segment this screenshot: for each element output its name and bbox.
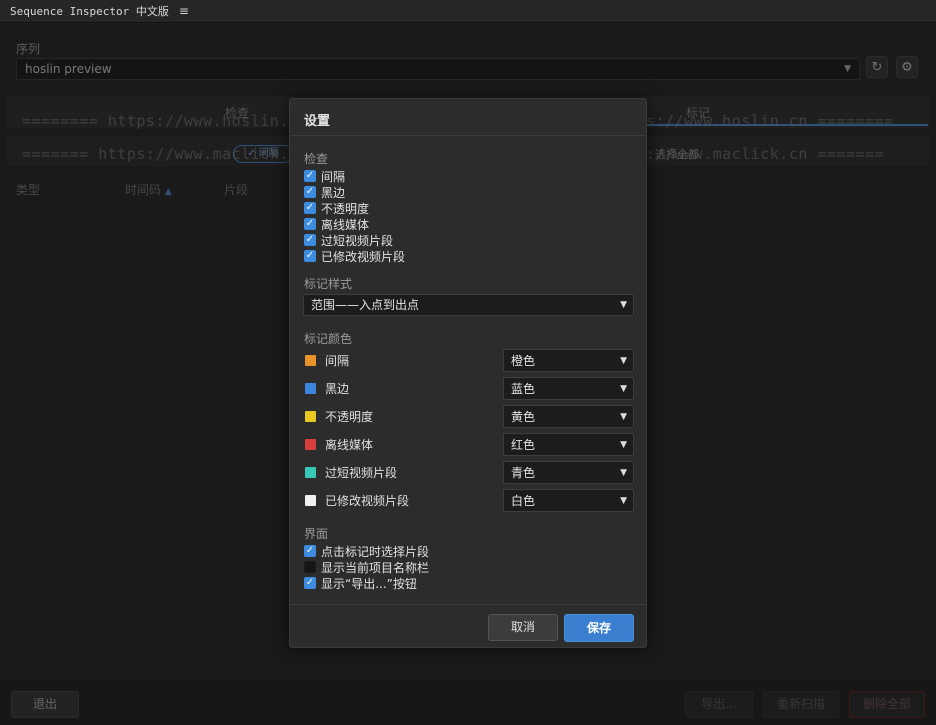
save-button[interactable]: 保存 (564, 614, 634, 642)
chevron-down-icon: ▼ (620, 412, 627, 422)
chevron-down-icon: ▼ (620, 440, 627, 450)
color-select-value: 红色 (511, 438, 536, 452)
color-swatch-orange (305, 355, 316, 366)
checkbox-label: 已修改视频片段 (321, 249, 406, 264)
color-label-offline-media: 离线媒体 (325, 438, 374, 452)
checkbox-label: 黑边 (321, 185, 346, 200)
color-label-short-clips: 过短视频片段 (325, 466, 398, 480)
checkbox-checked-icon: ✓ (304, 545, 316, 557)
color-select-modified-clips[interactable]: 白色 ▼ (503, 489, 634, 512)
marker-colors-title: 标记颜色 (304, 332, 353, 346)
checkbox-modified-clips[interactable]: ✓ 已修改视频片段 (304, 249, 406, 264)
color-select-value: 黄色 (511, 410, 536, 424)
cancel-button[interactable]: 取消 (488, 614, 558, 641)
marker-style-title: 标记样式 (304, 277, 353, 291)
checkbox-label: 显示“导出...”按钮 (321, 576, 417, 591)
checkbox-select-clip-on-marker[interactable]: ✓ 点击标记时选择片段 (304, 544, 430, 559)
chevron-down-icon: ▼ (620, 384, 627, 394)
checkbox-checked-icon: ✓ (304, 218, 316, 230)
color-select-offline-media[interactable]: 红色 ▼ (503, 433, 634, 456)
checkbox-label: 显示当前项目名称栏 (321, 560, 430, 575)
settings-dialog: 设置 检查 ✓ 间隔 ✓ 黑边 ✓ 不透明度 ✓ 离线媒体 ✓ 过短视频片段 ✓… (289, 98, 647, 648)
checkbox-checked-icon: ✓ (304, 170, 316, 182)
color-label-black-border: 黑边 (325, 382, 350, 396)
color-select-value: 橙色 (511, 354, 536, 368)
dialog-footer-divider (290, 604, 646, 605)
checkbox-offline-media[interactable]: ✓ 离线媒体 (304, 217, 370, 232)
title-bar: Sequence Inspector 中文版 ≡ (0, 0, 936, 23)
color-label-opacity: 不透明度 (325, 410, 374, 424)
checkbox-label: 间隔 (321, 169, 346, 184)
checkbox-label: 离线媒体 (321, 217, 370, 232)
checkbox-checked-icon: ✓ (304, 577, 316, 589)
checkbox-gap[interactable]: ✓ 间隔 (304, 169, 346, 184)
color-label-gap: 间隔 (325, 354, 350, 368)
color-select-value: 青色 (511, 466, 536, 480)
color-select-black-border[interactable]: 蓝色 ▼ (503, 377, 634, 400)
checkbox-checked-icon: ✓ (304, 202, 316, 214)
dialog-title: 设置 (304, 114, 331, 129)
color-select-gap[interactable]: 橙色 ▼ (503, 349, 634, 372)
checkbox-show-project-name-bar[interactable]: 显示当前项目名称栏 (304, 560, 430, 575)
color-swatch-cyan (305, 467, 316, 478)
chevron-down-icon: ▼ (620, 496, 627, 506)
checkbox-checked-icon: ✓ (304, 186, 316, 198)
color-swatch-red (305, 439, 316, 450)
interface-section-title: 界面 (304, 527, 329, 541)
color-select-short-clips[interactable]: 青色 ▼ (503, 461, 634, 484)
marker-style-select[interactable]: 范围——入点到出点 ▼ (303, 294, 634, 316)
chevron-down-icon: ▼ (620, 300, 627, 310)
checkbox-checked-icon: ✓ (304, 250, 316, 262)
menu-icon[interactable]: ≡ (179, 4, 189, 18)
chevron-down-icon: ▼ (620, 356, 627, 366)
color-select-value: 蓝色 (511, 382, 536, 396)
window-title: Sequence Inspector 中文版 (10, 5, 169, 18)
checkbox-opacity[interactable]: ✓ 不透明度 (304, 201, 370, 216)
checkbox-label: 不透明度 (321, 201, 370, 216)
dialog-header: 设置 (290, 99, 646, 136)
chevron-down-icon: ▼ (620, 468, 627, 478)
color-swatch-white (305, 495, 316, 506)
checkbox-short-clips[interactable]: ✓ 过短视频片段 (304, 233, 394, 248)
checkbox-unchecked-icon (304, 561, 316, 573)
checkbox-show-export-button[interactable]: ✓ 显示“导出...”按钮 (304, 576, 417, 591)
checkbox-checked-icon: ✓ (304, 234, 316, 246)
checkbox-label: 过短视频片段 (321, 233, 394, 248)
checkbox-label: 点击标记时选择片段 (321, 544, 430, 559)
marker-style-value: 范围——入点到出点 (311, 298, 420, 312)
inspect-section-title: 检查 (304, 152, 329, 166)
checkbox-black-border[interactable]: ✓ 黑边 (304, 185, 346, 200)
color-select-opacity[interactable]: 黄色 ▼ (503, 405, 634, 428)
color-select-value: 白色 (511, 494, 536, 508)
color-swatch-blue (305, 383, 316, 394)
color-label-modified-clips: 已修改视频片段 (325, 494, 410, 508)
color-swatch-yellow (305, 411, 316, 422)
